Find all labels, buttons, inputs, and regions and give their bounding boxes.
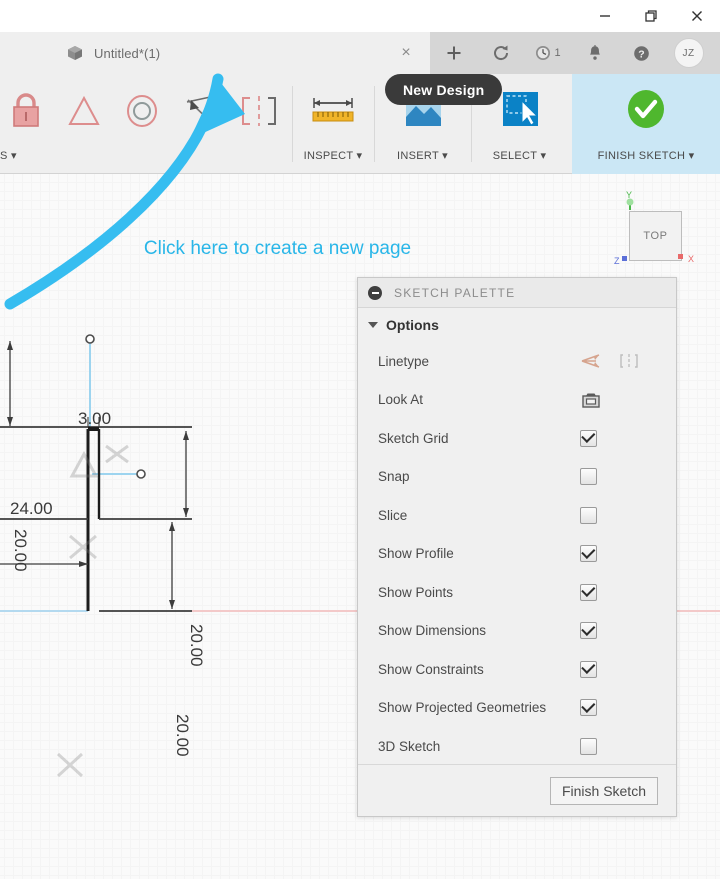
svg-text:?: ? bbox=[638, 48, 644, 60]
callout-text: Click here to create a new page bbox=[143, 238, 412, 259]
show-points-checkbox[interactable] bbox=[580, 583, 597, 601]
dimension-20-right-lower: 20.00 bbox=[173, 714, 192, 757]
show-points-label: Show Points bbox=[378, 584, 454, 600]
construction-line-icon[interactable] bbox=[580, 350, 602, 372]
tab-close-icon[interactable]: × bbox=[396, 43, 416, 63]
dimension-3: 3.00 bbox=[78, 409, 112, 428]
show-constraints-label: Show Constraints bbox=[378, 661, 484, 677]
measure-icon[interactable] bbox=[304, 86, 362, 134]
show-projected-checkbox[interactable] bbox=[580, 699, 597, 717]
show-profile-row: Show Profile bbox=[358, 535, 676, 574]
axis-indicator: Y Z X bbox=[614, 190, 694, 266]
window-titlebar bbox=[0, 0, 720, 32]
show-profile-checkbox[interactable] bbox=[580, 545, 597, 563]
show-dimensions-checkbox[interactable] bbox=[580, 622, 597, 640]
palette-footer: Finish Sketch bbox=[358, 764, 676, 816]
options-section-header[interactable]: Options bbox=[358, 308, 676, 342]
palette-body: Options Linetype Look At Sketch Grid Sna… bbox=[358, 308, 676, 766]
document-tab[interactable]: Untitled*(1) × bbox=[0, 32, 430, 74]
look-at-row: Look At bbox=[358, 381, 676, 420]
ribbon-toolbar: S ▾ INSPECT ▾ INSERT ▾ SELECT ▾ FINISH S… bbox=[0, 74, 720, 174]
linetype-row: Linetype bbox=[358, 342, 676, 381]
select-label[interactable]: SELECT ▾ bbox=[472, 146, 567, 172]
show-constraints-row: Show Constraints bbox=[358, 650, 676, 689]
notifications-button[interactable] bbox=[571, 32, 618, 74]
close-button[interactable] bbox=[674, 0, 720, 32]
show-dimensions-row: Show Dimensions bbox=[358, 612, 676, 651]
constraints-group: S ▾ bbox=[0, 74, 292, 174]
history-count: 1 bbox=[554, 47, 561, 59]
triangle-icon[interactable] bbox=[62, 86, 106, 134]
snap-label: Snap bbox=[378, 469, 410, 485]
three-d-sketch-checkbox[interactable] bbox=[580, 737, 597, 755]
show-projected-label: Show Projected Geometries bbox=[378, 700, 547, 716]
look-at-icon[interactable] bbox=[580, 389, 602, 411]
palette-title: SKETCH PALETTE bbox=[394, 285, 516, 300]
finish-sketch-panel[interactable]: FINISH SKETCH ▾ bbox=[572, 74, 720, 174]
collapse-icon[interactable] bbox=[368, 285, 382, 300]
sketch-grid-row: Sketch Grid bbox=[358, 419, 676, 458]
finish-sketch-label[interactable]: FINISH SKETCH ▾ bbox=[572, 146, 720, 172]
sketch-palette[interactable]: SKETCH PALETTE Options Linetype Look At … bbox=[357, 277, 677, 817]
dimension-20-right-upper: 20.00 bbox=[187, 624, 206, 667]
axis-x-label: X bbox=[688, 254, 694, 264]
slice-checkbox[interactable] bbox=[580, 506, 597, 524]
axis-y-label: Y bbox=[626, 190, 632, 200]
job-status-button[interactable] bbox=[477, 32, 524, 74]
constraints-label[interactable]: S ▾ bbox=[0, 146, 292, 172]
tab-title: Untitled*(1) bbox=[94, 45, 161, 61]
green-check-icon[interactable] bbox=[621, 85, 671, 135]
sketch-grid-label: Sketch Grid bbox=[378, 430, 449, 446]
show-dimensions-label: Show Dimensions bbox=[378, 623, 487, 639]
sketch-grid-checkbox[interactable] bbox=[580, 429, 597, 447]
show-points-row: Show Points bbox=[358, 573, 676, 612]
show-projected-row: Show Projected Geometries bbox=[358, 689, 676, 728]
new-design-tooltip: New Design bbox=[385, 74, 503, 105]
inspect-label[interactable]: INSPECT ▾ bbox=[293, 146, 373, 172]
tab-strip: Untitled*(1) × 1 ? JZ bbox=[0, 32, 720, 74]
show-profile-label: Show Profile bbox=[378, 546, 454, 562]
palette-header[interactable]: SKETCH PALETTE bbox=[358, 278, 676, 308]
look-at-label: Look At bbox=[378, 392, 424, 408]
concentric-circle-icon[interactable] bbox=[120, 86, 164, 134]
axis-z-label: Z bbox=[614, 256, 620, 266]
dimension-20-upper-left: 20.00 bbox=[11, 529, 30, 572]
fusion360-window: Untitled*(1) × 1 ? JZ S ▾ INSPECT ▾ INSE… bbox=[0, 0, 720, 879]
slice-row: Slice bbox=[358, 496, 676, 535]
show-constraints-checkbox[interactable] bbox=[580, 660, 597, 678]
new-design-button[interactable] bbox=[430, 32, 477, 74]
select-cursor-icon[interactable] bbox=[495, 85, 545, 135]
user-avatar-button[interactable]: JZ bbox=[665, 32, 712, 74]
three-d-sketch-label: 3D Sketch bbox=[378, 738, 441, 754]
inspect-panel[interactable]: INSPECT ▾ bbox=[293, 74, 373, 174]
lock-icon[interactable] bbox=[4, 86, 48, 134]
avatar: JZ bbox=[673, 38, 704, 68]
snap-row: Snap bbox=[358, 458, 676, 497]
centerline-icon[interactable] bbox=[618, 350, 640, 372]
options-section-label: Options bbox=[386, 317, 439, 333]
linetype-label: Linetype bbox=[378, 353, 430, 369]
three-d-sketch-row: 3D Sketch bbox=[358, 727, 676, 766]
help-button[interactable]: ? bbox=[618, 32, 665, 74]
insert-label[interactable]: INSERT ▾ bbox=[375, 146, 470, 172]
snap-checkbox[interactable] bbox=[580, 468, 597, 486]
slice-label: Slice bbox=[378, 507, 408, 523]
cube-icon bbox=[66, 43, 86, 63]
minimize-button[interactable] bbox=[582, 0, 628, 32]
symmetry-icon[interactable] bbox=[236, 86, 282, 134]
tab-tools: 1 ? JZ bbox=[430, 32, 712, 74]
dimension-24: 24.00 bbox=[10, 499, 53, 518]
history-button[interactable]: 1 bbox=[524, 32, 571, 74]
finish-sketch-button[interactable]: Finish Sketch bbox=[549, 776, 658, 805]
chevron-down-icon bbox=[368, 322, 378, 328]
restore-button[interactable] bbox=[628, 0, 674, 32]
